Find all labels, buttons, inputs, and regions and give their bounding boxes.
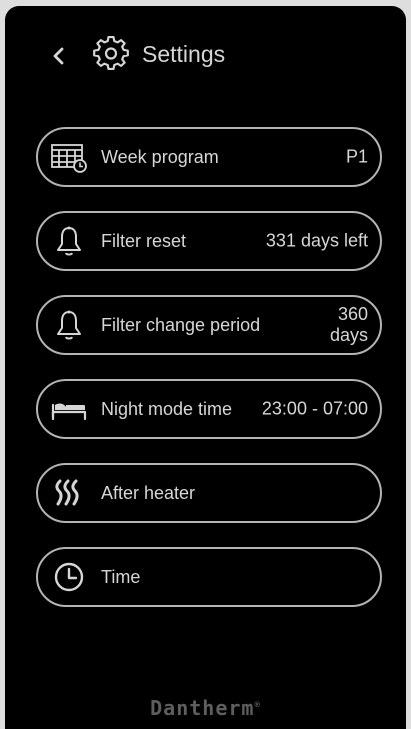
menu-item-value: 360 days (329, 304, 368, 345)
chevron-left-icon (53, 47, 64, 65)
menu-item-filter-reset[interactable]: Filter reset 331 days left (36, 211, 382, 271)
header: Settings (5, 6, 406, 106)
bed-icon (50, 393, 88, 425)
menu-item-label: After heater (101, 483, 196, 503)
menu-item-time[interactable]: Time (36, 547, 382, 607)
heater-waves-icon (50, 477, 88, 509)
menu-item-value: P1 (345, 146, 368, 167)
calendar-clock-icon (50, 141, 88, 173)
page-title: Settings (142, 41, 226, 67)
menu-item-value: 23:00 - 07:00 (261, 398, 368, 419)
menu-item-after-heater[interactable]: After heater (36, 463, 382, 523)
back-button[interactable] (45, 42, 73, 70)
device-screen: Settings Week program P1 Filter reset 33… (5, 6, 406, 729)
brand-reg-mark: ® (254, 700, 261, 711)
brand-logo: Dantherm® (5, 696, 406, 720)
gear-icon (93, 36, 129, 71)
menu-item-label: Filter change period (101, 315, 261, 335)
menu-item-value: 331 days left (265, 230, 368, 251)
menu-item-label: Week program (101, 147, 219, 167)
menu-item-filter-change-period[interactable]: Filter change period 360 days (36, 295, 382, 355)
bell-icon (50, 309, 88, 341)
menu-item-week-program[interactable]: Week program P1 (36, 127, 382, 187)
menu-item-night-mode-time[interactable]: Night mode time 23:00 - 07:00 (36, 379, 382, 439)
menu-item-label: Night mode time (101, 399, 233, 419)
settings-menu: Week program P1 Filter reset 331 days le… (36, 127, 382, 631)
bell-icon (50, 225, 88, 257)
menu-item-label: Time (101, 567, 141, 587)
menu-item-label: Filter reset (101, 231, 187, 251)
clock-icon (50, 561, 88, 593)
brand-name: Dantherm (150, 696, 255, 720)
